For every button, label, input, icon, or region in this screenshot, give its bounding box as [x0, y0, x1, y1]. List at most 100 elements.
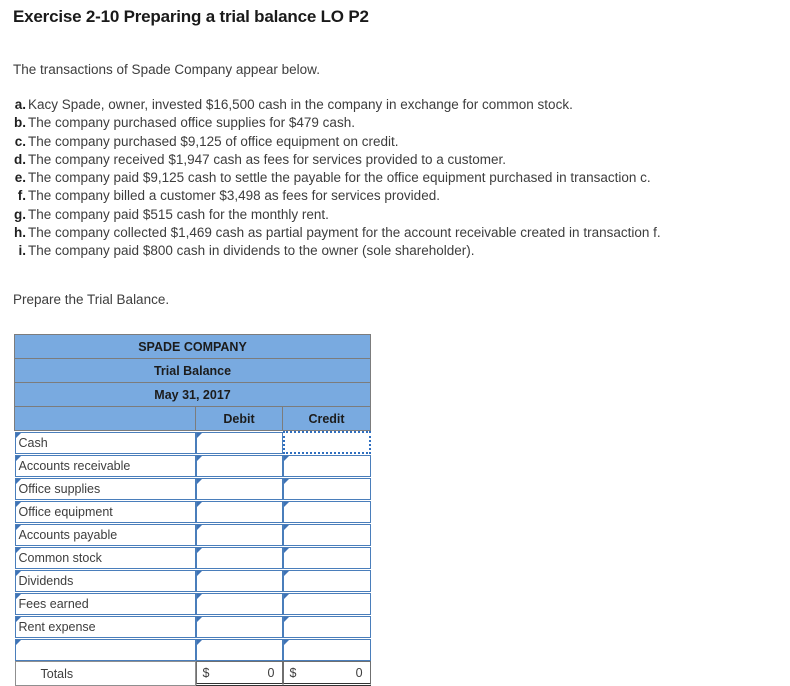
tb-cell-account: Office supplies — [15, 477, 196, 500]
credit-amount-input[interactable] — [283, 455, 371, 477]
debit-amount-input[interactable] — [196, 616, 283, 638]
transaction-item: i.The company paid $800 cash in dividend… — [13, 242, 788, 260]
debit-amount-input[interactable] — [196, 478, 283, 500]
account-name-input[interactable]: Rent expense — [15, 616, 196, 638]
transaction-text: The company collected $1,469 cash as par… — [28, 225, 653, 240]
cell-value: Dividends — [19, 574, 74, 587]
totals-credit: $0 — [283, 661, 371, 686]
table-row: Fees earned — [15, 592, 371, 615]
page-title: Exercise 2-10 Preparing a trial balance … — [13, 7, 369, 27]
transaction-letter: a. — [13, 96, 26, 114]
tb-cell-credit — [283, 431, 371, 455]
table-row — [15, 638, 371, 661]
debit-amount-input[interactable] — [196, 547, 283, 569]
debit-amount-input[interactable] — [196, 501, 283, 523]
statement-date-cell: May 31, 2017 — [15, 383, 371, 407]
cell-value: Accounts receivable — [19, 459, 131, 472]
account-name-input[interactable]: Common stock — [15, 547, 196, 569]
tb-cell-credit — [283, 638, 371, 661]
account-name-input[interactable]: Fees earned — [15, 593, 196, 615]
debit-amount-input[interactable] — [196, 455, 283, 477]
account-name-input[interactable]: Office equipment — [15, 501, 196, 523]
totals-label: Totals — [15, 661, 196, 686]
table-row: Rent expense — [15, 615, 371, 638]
account-name-input[interactable]: Dividends — [15, 570, 196, 592]
trial-balance-table-wrapper: SPADE COMPANY Trial Balance May 31, 2017… — [14, 334, 370, 686]
credit-amount-input[interactable] — [283, 547, 371, 569]
totals-debit-currency: $ — [203, 666, 210, 680]
tb-cell-account: Dividends — [15, 569, 196, 592]
transaction-text: The company received $1,947 cash as fees… — [28, 152, 506, 167]
totals-row: Totals$0$0 — [15, 661, 371, 686]
credit-amount-input[interactable] — [283, 524, 371, 546]
totals-credit-cell: $0 — [283, 661, 371, 686]
debit-amount-input[interactable] — [196, 593, 283, 615]
transaction-text: The company paid $800 cash in dividends … — [28, 243, 475, 258]
cell-value: Accounts payable — [19, 528, 118, 541]
tb-cell-account — [15, 638, 196, 661]
transaction-letter: g. — [13, 206, 26, 224]
prepare-instruction: Prepare the Trial Balance. — [13, 292, 169, 307]
debit-amount-input[interactable] — [196, 432, 283, 454]
totals-label-cell: Totals — [15, 661, 196, 686]
credit-amount-input[interactable] — [283, 431, 371, 454]
tb-cell-account: Fees earned — [15, 592, 196, 615]
table-title-row-company: SPADE COMPANY — [15, 335, 371, 359]
credit-amount-input[interactable] — [283, 501, 371, 523]
transaction-letter: c. — [13, 133, 26, 151]
trial-balance-body: SPADE COMPANY Trial Balance May 31, 2017… — [15, 335, 371, 686]
account-name-input[interactable]: Office supplies — [15, 478, 196, 500]
credit-amount-input[interactable] — [283, 593, 371, 615]
cell-value: Office supplies — [19, 482, 101, 495]
table-row: Dividends — [15, 569, 371, 592]
tb-cell-credit — [283, 454, 371, 477]
cell-value: Common stock — [19, 551, 102, 564]
company-name-cell: SPADE COMPANY — [15, 335, 371, 359]
transaction-reference: f. — [653, 225, 661, 240]
transaction-text: The company paid $515 cash for the month… — [28, 207, 329, 222]
transaction-text: The company paid $9,125 cash to settle t… — [28, 170, 640, 185]
credit-amount-input[interactable] — [283, 616, 371, 638]
transaction-letter: i. — [13, 242, 26, 260]
transaction-item: e.The company paid $9,125 cash to settle… — [13, 169, 788, 187]
debit-amount-input[interactable] — [196, 570, 283, 592]
transaction-letter: d. — [13, 151, 26, 169]
tb-cell-debit — [196, 546, 283, 569]
tb-cell-account: Office equipment — [15, 500, 196, 523]
account-name-input[interactable] — [15, 639, 196, 661]
table-title-row-statement: Trial Balance — [15, 359, 371, 383]
tb-cell-credit — [283, 592, 371, 615]
tb-cell-debit — [196, 500, 283, 523]
transaction-item: h.The company collected $1,469 cash as p… — [13, 224, 788, 242]
transaction-text: The company purchased office supplies fo… — [28, 115, 355, 130]
credit-amount-input[interactable] — [283, 478, 371, 500]
credit-amount-input[interactable] — [283, 639, 371, 661]
tb-cell-credit — [283, 523, 371, 546]
debit-amount-input[interactable] — [196, 639, 283, 661]
credit-amount-input[interactable] — [283, 570, 371, 592]
account-name-input[interactable]: Accounts receivable — [15, 455, 196, 477]
tb-cell-account: Common stock — [15, 546, 196, 569]
tb-cell-debit — [196, 454, 283, 477]
totals-credit-currency: $ — [290, 666, 297, 680]
column-header-row: Debit Credit — [15, 407, 371, 431]
table-row: Common stock — [15, 546, 371, 569]
transaction-letter: f. — [13, 187, 26, 205]
tb-cell-account: Accounts receivable — [15, 454, 196, 477]
debit-amount-input[interactable] — [196, 524, 283, 546]
tb-cell-debit — [196, 615, 283, 638]
transaction-item: c.The company purchased $9,125 of office… — [13, 133, 788, 151]
tb-cell-account: Accounts payable — [15, 523, 196, 546]
tb-cell-debit — [196, 477, 283, 500]
tb-cell-account: Cash — [15, 431, 196, 455]
cell-value: Fees earned — [19, 597, 89, 610]
totals-credit-value: 0 — [356, 666, 363, 680]
account-name-input[interactable]: Accounts payable — [15, 524, 196, 546]
tb-cell-debit — [196, 431, 283, 455]
account-name-input[interactable]: Cash — [15, 432, 196, 454]
table-title-row-date: May 31, 2017 — [15, 383, 371, 407]
transaction-item: b.The company purchased office supplies … — [13, 114, 788, 132]
transaction-letter: b. — [13, 114, 26, 132]
totals-debit-cell: $0 — [196, 661, 283, 686]
column-header-account — [15, 407, 196, 431]
